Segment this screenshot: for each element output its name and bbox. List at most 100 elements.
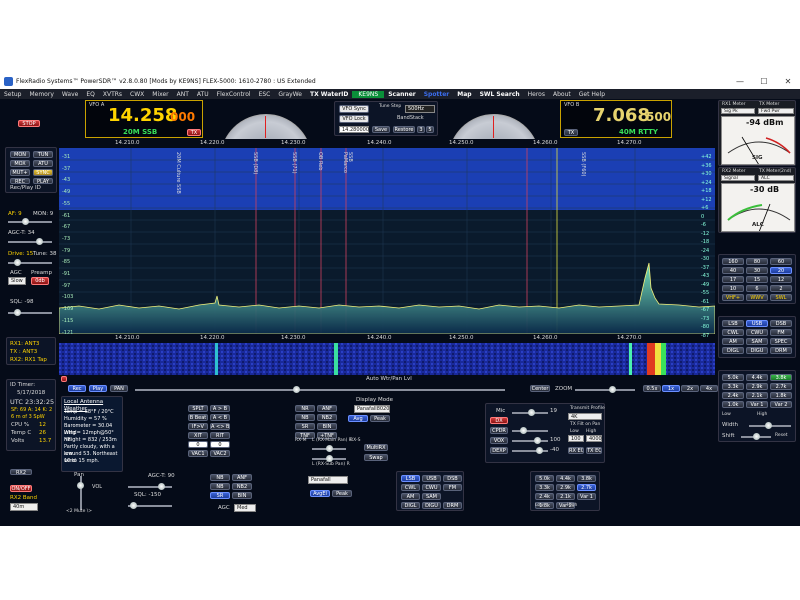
beat-button[interactable]: B Beat — [188, 414, 208, 421]
vox-button[interactable]: VOX — [490, 437, 508, 444]
menu-eq[interactable]: EQ — [82, 91, 99, 98]
mode-am[interactable]: AM — [722, 338, 744, 345]
tx-high-input[interactable]: 4000 — [586, 435, 602, 442]
mode-drm[interactable]: DRM — [770, 347, 792, 354]
band-60[interactable]: 60 — [770, 258, 792, 265]
band-vhf[interactable]: VHF+ — [722, 294, 744, 301]
rx-main-pan-slider[interactable] — [312, 445, 346, 452]
sql-slider[interactable] — [8, 309, 52, 316]
sql2-slider[interactable] — [128, 502, 172, 509]
atu-button[interactable]: ATU — [33, 160, 53, 167]
menu-esc[interactable]: ESC — [255, 91, 275, 98]
tx-ant-label[interactable]: TX : ANT3 — [10, 349, 37, 355]
filter-4-4k[interactable]: 4.4k — [746, 374, 768, 381]
menu-spotter[interactable]: Spotter — [420, 91, 454, 98]
stop-button[interactable]: STOP — [18, 120, 40, 127]
sync-button[interactable]: SYNC — [33, 169, 53, 176]
filter-var1[interactable]: Var 1 — [746, 401, 768, 408]
agc-t-slider[interactable] — [8, 238, 52, 245]
rx-play-button[interactable]: Play — [89, 385, 107, 392]
mode-digl[interactable]: DIGL — [722, 347, 744, 354]
band-swl[interactable]: SWL — [770, 294, 792, 301]
tune-step-select[interactable]: 500Hz — [405, 105, 435, 113]
rx2-mode-usb[interactable]: USB — [422, 475, 441, 482]
band-17[interactable]: 17 — [722, 276, 744, 283]
menu-xvtrs[interactable]: XVTRs — [99, 91, 126, 98]
spot-label[interactable]: 20M Culture SSB — [175, 152, 181, 194]
mute-button[interactable]: MUT+ — [10, 169, 30, 176]
rx2-mode-dsb[interactable]: DSB — [443, 475, 462, 482]
agc2-select[interactable]: Med — [234, 504, 256, 512]
filter-2-1k[interactable]: 2.1k — [746, 392, 768, 399]
mode-sam[interactable]: SAM — [746, 338, 768, 345]
menu-wave[interactable]: Wave — [58, 91, 82, 98]
b-to-a-button[interactable]: A < B — [210, 414, 230, 421]
rit-button[interactable]: RIT — [210, 432, 230, 439]
band-6[interactable]: 6 — [746, 285, 768, 292]
peak-button[interactable]: Peak — [370, 415, 390, 422]
mode-dsb[interactable]: DSB — [770, 320, 792, 327]
vfo-a-tx-button[interactable]: TX — [187, 129, 201, 136]
pan-button[interactable]: PAN — [110, 385, 128, 392]
filter-5-0k[interactable]: 5.0k — [722, 374, 744, 381]
mode-usb[interactable]: USB — [746, 320, 768, 327]
vfo-b-frequency-sub[interactable]: 500 — [646, 110, 671, 124]
tx-eq-button[interactable]: TX EQ — [586, 447, 602, 454]
bandstack-frequency[interactable]: 14.280000 — [339, 126, 369, 133]
menu-setup[interactable]: Setup — [0, 91, 25, 98]
vfo-b-tx-button[interactable]: TX — [564, 129, 578, 136]
menu-map[interactable]: Map — [453, 91, 475, 98]
center-button[interactable]: Center — [530, 385, 550, 392]
tx-profile-select[interactable]: 4K — [568, 413, 602, 420]
vfo-b-tuning-dial[interactable] — [448, 114, 540, 139]
rx1-meter-select[interactable]: Sig Pk — [721, 108, 755, 114]
mic-slider[interactable] — [512, 409, 548, 416]
width-slider[interactable] — [749, 422, 791, 429]
rx2-mode-cwu[interactable]: CWU — [422, 484, 441, 491]
sql2-knob[interactable] — [130, 502, 137, 509]
mode-cwu[interactable]: CWU — [746, 329, 768, 336]
vfo-a-frequency-main[interactable]: 14.258 — [108, 105, 177, 126]
filter-2-7k[interactable]: 2.7k — [770, 383, 792, 390]
play-button[interactable]: PLAY — [33, 178, 53, 184]
rx2-mode-lsb[interactable]: LSB — [401, 475, 420, 482]
band-80[interactable]: 80 — [746, 258, 768, 265]
menu-scanner[interactable]: Scanner — [384, 91, 420, 98]
rx2-filter-4-4k[interactable]: 4.4k — [556, 475, 575, 482]
rx2-band-select[interactable]: 40m — [10, 503, 38, 511]
bandstack-count[interactable]: 5 — [426, 126, 434, 133]
mode-lsb[interactable]: LSB — [722, 320, 744, 327]
tx-filt-on-pan-label[interactable]: TX Filt on Pan — [570, 422, 600, 427]
drive-knob[interactable] — [14, 259, 21, 266]
vfo-a-tuning-dial[interactable] — [220, 114, 312, 139]
mon-button[interactable]: MON — [10, 151, 30, 158]
if-to-v-button[interactable]: IF>V — [188, 423, 208, 430]
menu-graywe[interactable]: GrayWe — [274, 91, 306, 98]
af-slider[interactable] — [8, 218, 52, 225]
avg-button[interactable]: Avg — [348, 415, 368, 422]
tun-button[interactable]: TUN — [33, 151, 53, 158]
dexp-button[interactable]: DEXP — [490, 447, 508, 454]
rx2-filter-3-8k[interactable]: 3.8k — [577, 475, 596, 482]
zoom-slider[interactable] — [575, 386, 635, 393]
band-wwv[interactable]: WWV — [746, 294, 768, 301]
nb-button[interactable]: NB — [295, 414, 315, 421]
menu-flexcontrol[interactable]: FlexControl — [213, 91, 255, 98]
rx2-ant-label[interactable]: RX2: RX1 Tap — [10, 357, 47, 363]
vac1-button[interactable]: VAC1 — [188, 450, 208, 457]
close-small-icon[interactable] — [61, 376, 67, 382]
mic-knob[interactable] — [528, 409, 535, 416]
shift-slider[interactable] — [741, 433, 771, 440]
xit-value[interactable]: 0 — [188, 441, 208, 448]
rx2-mode-drm[interactable]: DRM — [443, 502, 462, 509]
sr-button[interactable]: SR — [295, 423, 315, 430]
cpdr-slider[interactable] — [512, 427, 548, 434]
menu-ant[interactable]: ANT — [173, 91, 193, 98]
agc-select[interactable]: Slow — [8, 277, 26, 285]
split-button[interactable]: SPLT — [188, 405, 208, 412]
rx2-mode-sam[interactable]: SAM — [422, 493, 441, 500]
multirx-button[interactable]: MultiRX — [364, 444, 388, 451]
mode-fm[interactable]: FM — [770, 329, 792, 336]
save-button[interactable]: Save — [372, 126, 390, 133]
vox-knob[interactable] — [534, 437, 541, 444]
